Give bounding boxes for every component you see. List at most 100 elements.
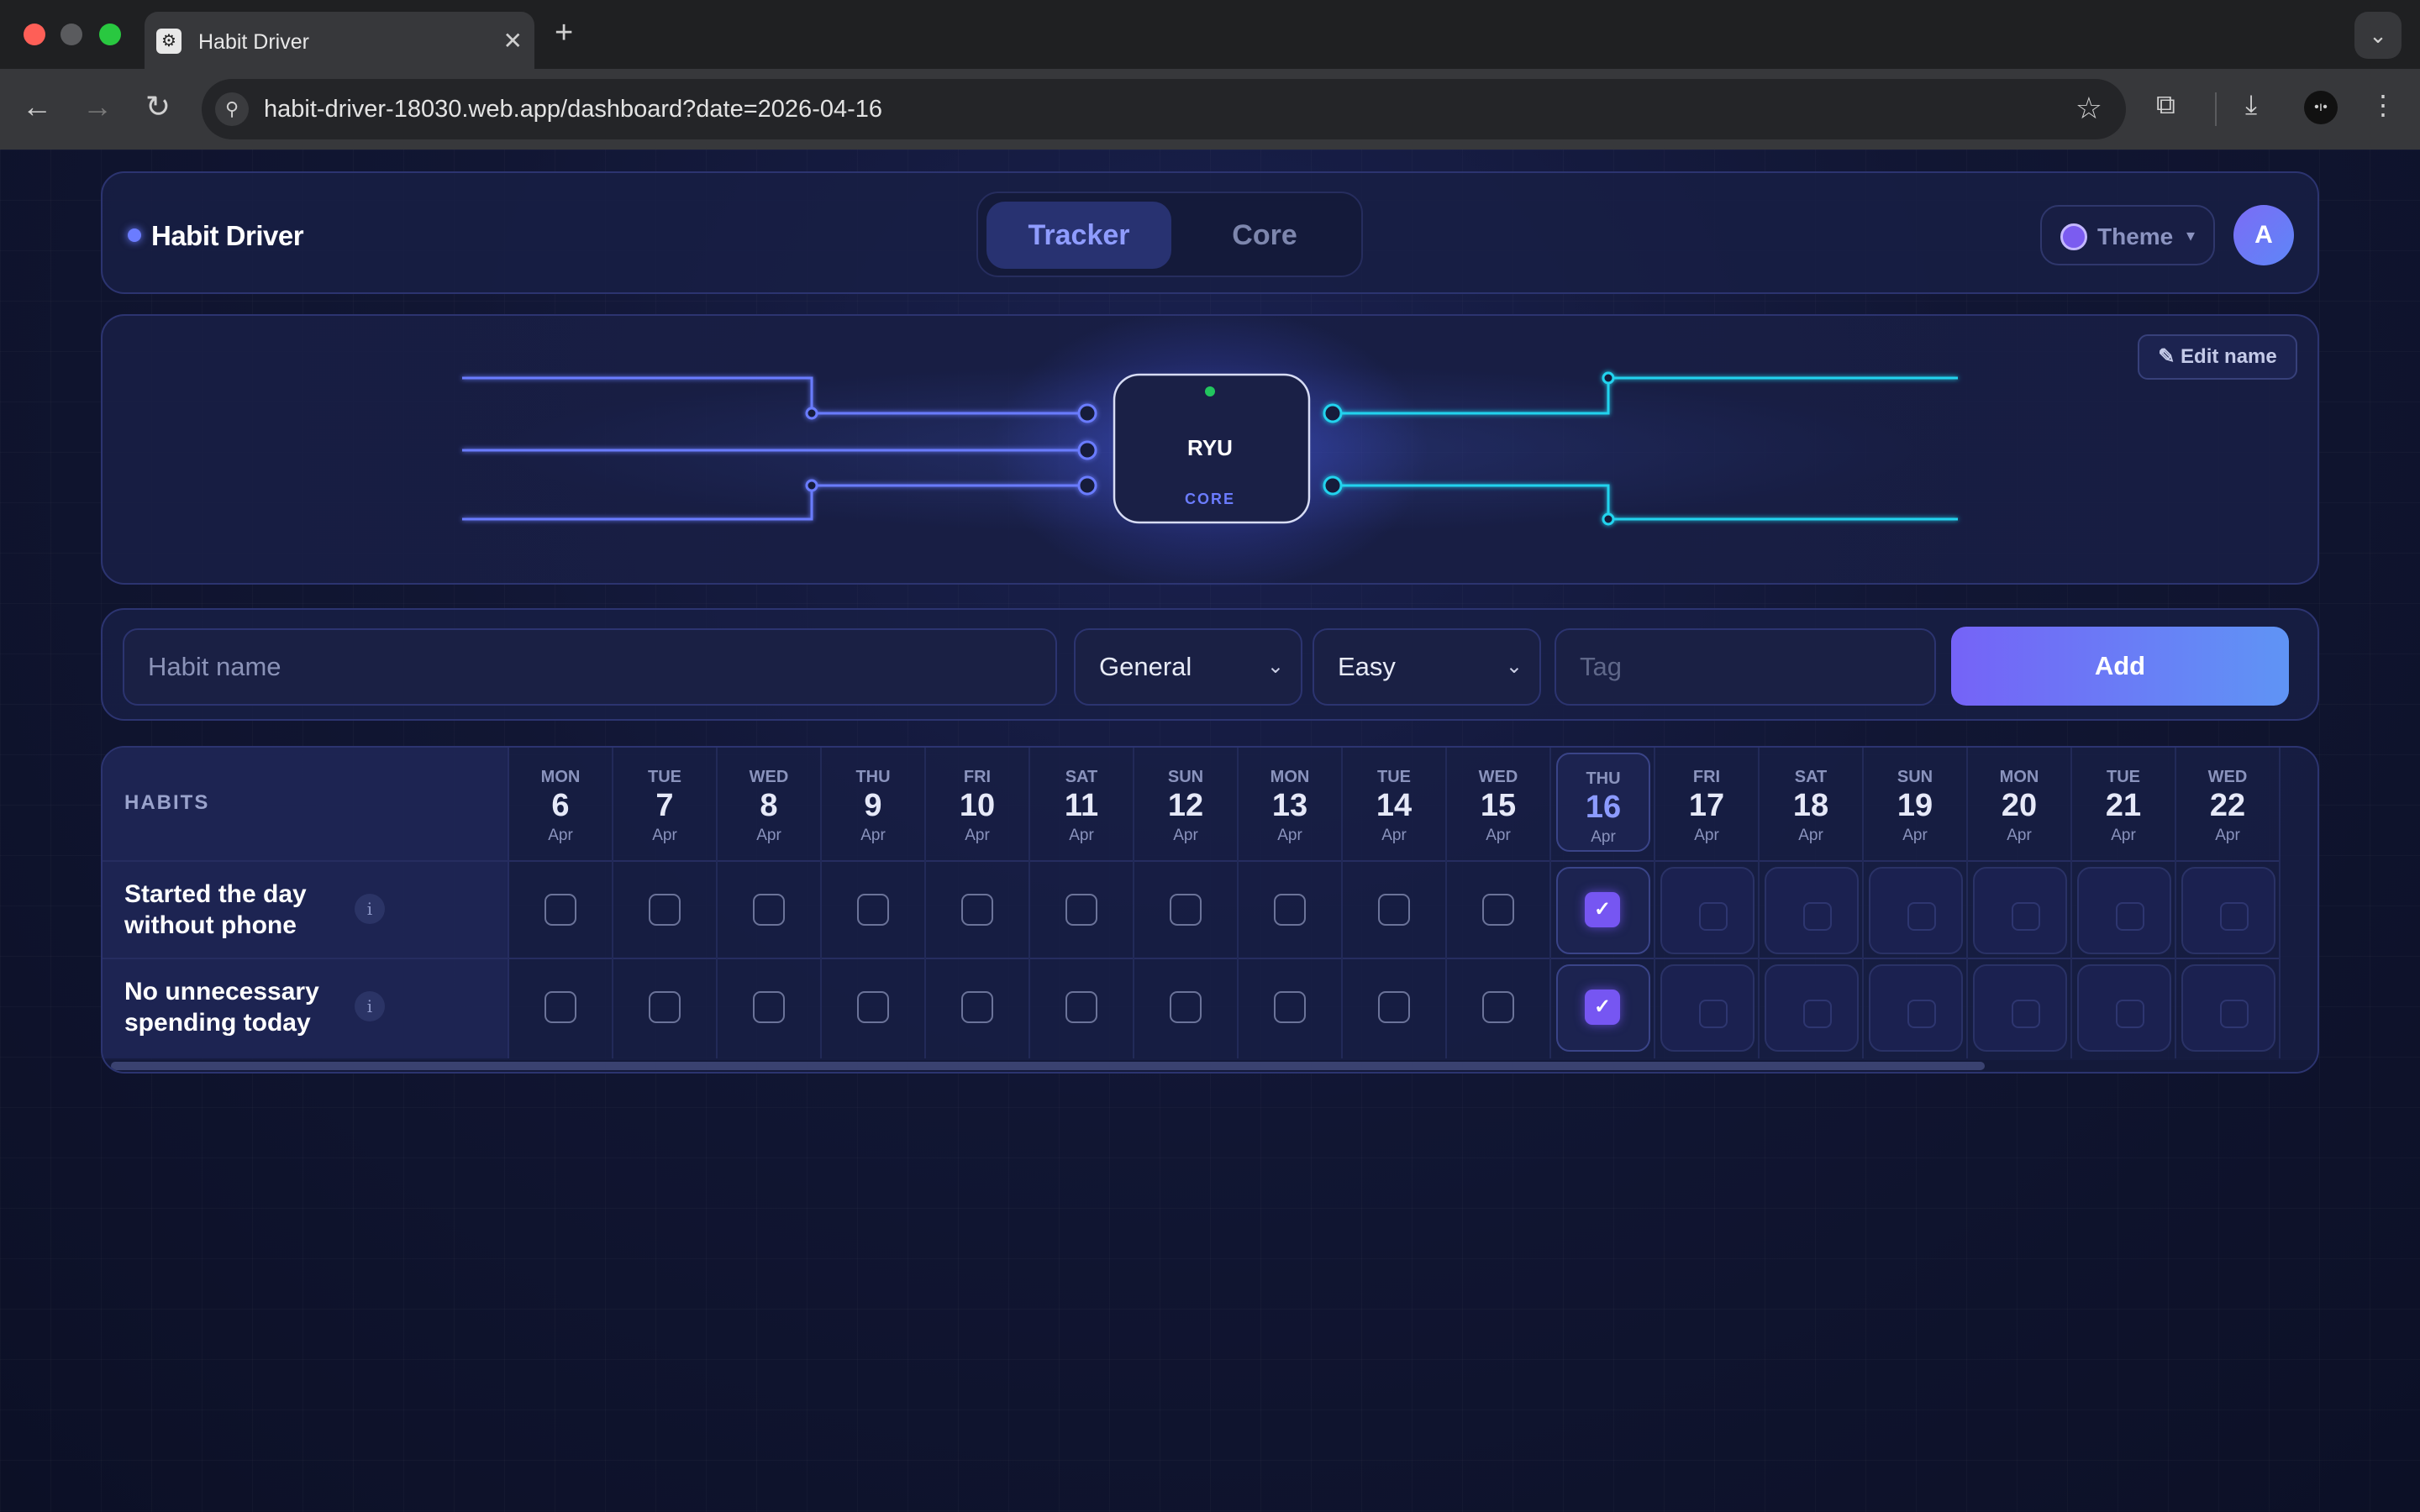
profile-extension-icon[interactable]: •ı• bbox=[2304, 91, 2338, 124]
day-of-week: TUE bbox=[2107, 768, 2140, 786]
habit-checkbox[interactable] bbox=[1170, 991, 1202, 1023]
habit-day-cell bbox=[509, 860, 612, 956]
download-icon[interactable]: ⤓ bbox=[2245, 89, 2257, 121]
tag-input[interactable]: Tag bbox=[1555, 628, 1936, 706]
day-month: Apr bbox=[652, 827, 677, 844]
day-of-week: TUE bbox=[1377, 768, 1411, 786]
add-habit-button[interactable]: Add bbox=[1951, 627, 2289, 706]
back-arrow-icon[interactable]: ← bbox=[17, 89, 57, 124]
address-bar[interactable]: ⚲ habit-driver-18030.web.app/dashboard?d… bbox=[202, 79, 2126, 139]
reload-icon[interactable]: ↻ bbox=[138, 89, 178, 124]
habit-checkbox[interactable] bbox=[544, 894, 576, 926]
right-port-top bbox=[1323, 403, 1343, 423]
habit-checkbox[interactable] bbox=[1378, 894, 1410, 926]
close-tab-icon[interactable]: ✕ bbox=[503, 27, 523, 55]
url-text[interactable]: habit-driver-18030.web.app/dashboard?dat… bbox=[264, 96, 882, 123]
info-icon[interactable]: i bbox=[355, 894, 385, 924]
habit-day-cell bbox=[1968, 860, 2070, 956]
day-of-week: MON bbox=[1270, 768, 1310, 786]
habit-day-cell bbox=[1343, 860, 1445, 956]
disabled-checkbox bbox=[1699, 902, 1728, 931]
tab-tracker[interactable]: Tracker bbox=[986, 202, 1171, 269]
theme-swatch-icon bbox=[2060, 223, 2087, 250]
tab-core[interactable]: Core bbox=[1176, 202, 1353, 269]
habit-checkbox-checked[interactable]: ✓ bbox=[1585, 892, 1620, 927]
habit-checkbox[interactable] bbox=[961, 991, 993, 1023]
habit-day-cell bbox=[1030, 860, 1133, 956]
habit-day-cell bbox=[613, 958, 716, 1053]
habit-day-cell bbox=[1134, 860, 1237, 956]
day-month: Apr bbox=[2215, 827, 2240, 844]
close-window-button[interactable] bbox=[24, 24, 45, 45]
left-junction-top bbox=[805, 407, 818, 420]
edit-name-button[interactable]: ✎ Edit name bbox=[2138, 334, 2297, 380]
view-switcher: Tracker Core bbox=[976, 192, 1363, 277]
day-month: Apr bbox=[2007, 827, 2032, 844]
habit-checkbox[interactable] bbox=[753, 991, 785, 1023]
habit-checkbox[interactable] bbox=[1482, 894, 1514, 926]
habit-checkbox[interactable] bbox=[1065, 894, 1097, 926]
habit-checkbox[interactable] bbox=[649, 991, 681, 1023]
page-background: Habit Driver Tracker Core Theme ▾ A RYU … bbox=[0, 150, 2420, 1512]
habit-day-cell bbox=[1864, 860, 1966, 956]
habit-checkbox[interactable] bbox=[1274, 991, 1306, 1023]
minimize-window-button[interactable] bbox=[60, 24, 82, 45]
scrollbar-thumb[interactable] bbox=[111, 1062, 1985, 1070]
info-icon[interactable]: i bbox=[355, 991, 385, 1021]
day-of-week: FRI bbox=[1692, 768, 1721, 786]
disabled-checkbox bbox=[2220, 1000, 2249, 1028]
tab-search-button[interactable]: ⌄ bbox=[2354, 12, 2402, 59]
day-month: Apr bbox=[756, 827, 781, 844]
day-of-week: WED bbox=[2207, 768, 2248, 786]
browser-toolbar: ← → ↻ ⚲ habit-driver-18030.web.app/dashb… bbox=[0, 69, 2420, 150]
day-month: Apr bbox=[860, 827, 886, 844]
browser-tab[interactable]: ⚙ Habit Driver ✕ bbox=[145, 12, 534, 69]
habit-day-cell bbox=[718, 860, 820, 956]
day-header: SAT 11 Apr bbox=[1030, 753, 1133, 852]
habit-checkbox[interactable] bbox=[1065, 991, 1097, 1023]
habit-checkbox[interactable] bbox=[1170, 894, 1202, 926]
day-header: THU 9 Apr bbox=[822, 753, 924, 852]
habit-day-cell bbox=[1968, 958, 2070, 1053]
day-column: MON 20 Apr bbox=[1968, 748, 2072, 1058]
extensions-icon[interactable]: ⧉ bbox=[2156, 89, 2175, 121]
day-column: SUN 19 Apr bbox=[1864, 748, 1968, 1058]
left-port-top bbox=[1077, 403, 1097, 423]
chevron-down-icon: ⌄ bbox=[1505, 655, 1523, 678]
habit-checkbox[interactable] bbox=[1482, 991, 1514, 1023]
day-month: Apr bbox=[1902, 827, 1928, 844]
habit-checkbox[interactable] bbox=[857, 991, 889, 1023]
day-month: Apr bbox=[548, 827, 573, 844]
day-header: FRI 10 Apr bbox=[926, 753, 1028, 852]
brand-title: Habit Driver bbox=[151, 220, 304, 251]
habit-checkbox[interactable] bbox=[753, 894, 785, 926]
habit-checkbox[interactable] bbox=[1378, 991, 1410, 1023]
day-header: SUN 19 Apr bbox=[1864, 753, 1966, 852]
day-header: SAT 18 Apr bbox=[1760, 753, 1862, 852]
day-of-week: MON bbox=[540, 768, 581, 786]
browser-menu-icon[interactable]: ⋮ bbox=[2370, 89, 2396, 121]
habit-checkbox[interactable] bbox=[857, 894, 889, 926]
bookmark-star-icon[interactable]: ☆ bbox=[2075, 91, 2102, 126]
toolbar-divider bbox=[2215, 92, 2217, 126]
habit-checkbox[interactable] bbox=[544, 991, 576, 1023]
habit-checkbox[interactable] bbox=[1274, 894, 1306, 926]
forward-arrow-icon[interactable]: → bbox=[77, 89, 118, 124]
day-number: 6 bbox=[551, 788, 570, 823]
left-junction-bottom bbox=[805, 479, 818, 492]
difficulty-select[interactable]: Easy ⌄ bbox=[1313, 628, 1541, 706]
theme-dropdown[interactable]: Theme ▾ bbox=[2040, 205, 2215, 265]
new-tab-button[interactable]: + bbox=[555, 15, 573, 51]
day-column: TUE 7 Apr bbox=[613, 748, 718, 1058]
category-select[interactable]: General ⌄ bbox=[1074, 628, 1302, 706]
avatar[interactable]: A bbox=[2233, 205, 2294, 265]
habit-day-cell bbox=[1239, 860, 1341, 956]
maximize-window-button[interactable] bbox=[99, 24, 121, 45]
habit-checkbox[interactable] bbox=[649, 894, 681, 926]
site-settings-icon[interactable]: ⚲ bbox=[215, 92, 249, 126]
day-of-week: MON bbox=[1999, 768, 2039, 786]
habit-checkbox[interactable] bbox=[961, 894, 993, 926]
day-of-week: SAT bbox=[1065, 768, 1098, 786]
habit-checkbox-checked[interactable]: ✓ bbox=[1585, 990, 1620, 1025]
habit-name-input[interactable]: Habit name bbox=[123, 628, 1057, 706]
